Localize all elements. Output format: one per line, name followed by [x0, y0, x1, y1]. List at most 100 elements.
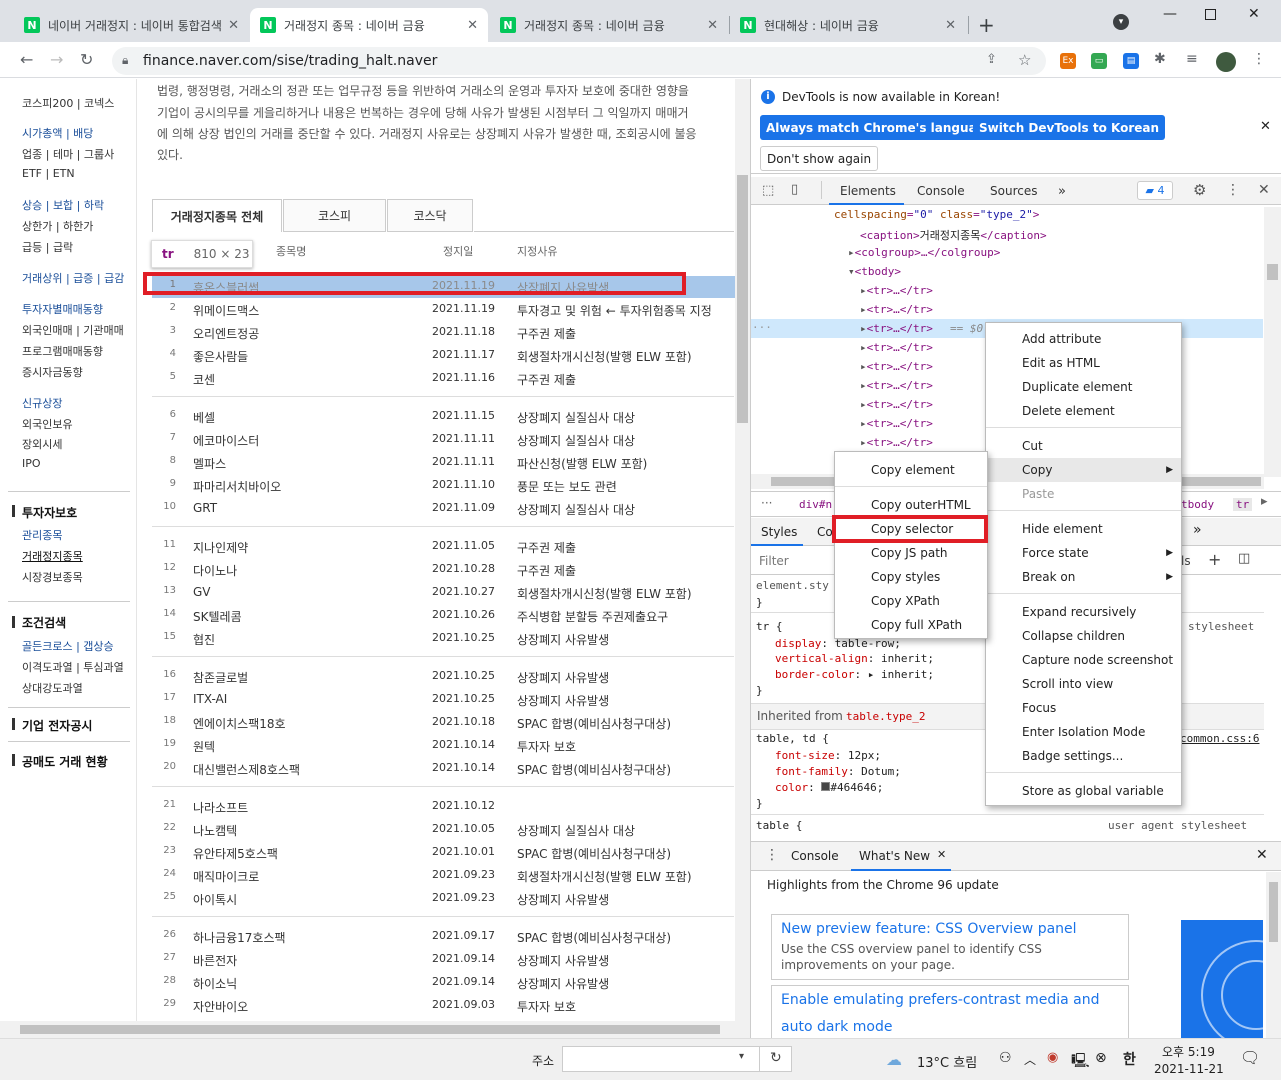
toggle-sidebar-icon[interactable]: ◫	[1238, 551, 1250, 566]
issues-badge[interactable]: ▰ 4	[1137, 181, 1173, 200]
stock-name-link[interactable]: 원텍	[193, 738, 215, 755]
close-tab-icon[interactable]: ✕	[228, 18, 239, 33]
minimize-icon[interactable]: —	[1163, 6, 1177, 22]
nav-link[interactable]: IPO	[22, 457, 41, 470]
menu-item-isolation[interactable]: Enter Isolation Mode	[986, 720, 1181, 744]
stock-name-link[interactable]: 유안타제5호스팩	[193, 845, 278, 862]
table-row[interactable]: 6 베셀 2021.11.15 상장폐지 실질심사 대상	[152, 405, 734, 428]
close-devtools-icon[interactable]: ✕	[1258, 182, 1270, 198]
stock-name-link[interactable]: 베셀	[193, 409, 215, 426]
close-infobar-icon[interactable]: ✕	[1260, 119, 1271, 134]
dom-tr-node[interactable]: ▸<tr>…</tr>	[860, 360, 933, 373]
dom-tr-node[interactable]: ▸<tr>…</tr>	[860, 303, 933, 316]
stock-name-link[interactable]: 파마리서치바이오	[193, 478, 281, 495]
stock-name-link[interactable]: 엔에이치스팩18호	[193, 715, 286, 732]
menu-item-copy-xpath[interactable]: Copy XPath	[835, 589, 987, 613]
share-icon[interactable]: ⇪	[986, 52, 997, 67]
card-title[interactable]: auto dark mode	[781, 1019, 892, 1035]
stock-name-link[interactable]: 협진	[193, 631, 215, 648]
nav-link[interactable]: 관리종목	[22, 527, 62, 543]
nav-section-title[interactable]: 조건검색	[22, 614, 66, 631]
network-icon[interactable]: 🖳︎	[1071, 1050, 1090, 1074]
close-drawer-icon[interactable]: ✕	[1256, 847, 1268, 863]
clock-time[interactable]: 오후 5:19	[1162, 1043, 1215, 1060]
nav-link[interactable]: 신규상장	[22, 395, 62, 411]
table-row[interactable]: 14 SK텔레콤 2021.10.26 주식병합 분할등 주권제출요구	[152, 604, 734, 627]
menu-item-hide[interactable]: Hide element	[986, 517, 1181, 541]
dom-tr-node[interactable]: ▸<tr>…</tr>	[860, 398, 933, 411]
crumb-item[interactable]: div#n	[799, 498, 832, 511]
inspect-element-icon[interactable]: ⬚	[762, 183, 774, 198]
menu-item-scroll-into-view[interactable]: Scroll into view	[986, 672, 1181, 696]
nav-link[interactable]: 증시자금동향	[22, 364, 83, 380]
extension-icon[interactable]: ▭	[1091, 53, 1107, 69]
crumb-item-current[interactable]: tr	[1233, 498, 1253, 511]
nav-link[interactable]: 투자자별매매동향	[22, 301, 103, 317]
menu-item-duplicate[interactable]: Duplicate element	[986, 375, 1181, 399]
node-actions-icon[interactable]: ···	[752, 321, 772, 334]
volume-muted-icon[interactable]: ⊗	[1095, 1050, 1107, 1066]
nav-link[interactable]: 외국인보유	[22, 416, 73, 432]
url-text[interactable]: finance.naver.com/sise/trading_halt.nave…	[143, 53, 437, 69]
settings-gear-icon[interactable]: ⚙	[1193, 181, 1206, 199]
stock-name-link[interactable]: 참존글로벌	[193, 669, 248, 686]
reload-icon[interactable]: ↻	[80, 50, 93, 69]
dom-tbody[interactable]: ▾<tbody>	[848, 265, 901, 278]
nav-link[interactable]: 업종 | 테마 | 그룹사	[22, 146, 114, 162]
more-tabs-icon[interactable]: »	[1058, 184, 1066, 199]
table-row[interactable]: 8 멜파스 2021.11.11 파산신청(발행 ELW 포함)	[152, 451, 734, 474]
nav-link[interactable]: 상한가 | 하한가	[22, 218, 93, 234]
drawer-menu-icon[interactable]: ⋮	[765, 847, 779, 863]
tab-all[interactable]: 거래정지종목 전체	[152, 199, 282, 232]
whats-new-card[interactable]: New preview feature: CSS Overview panel …	[771, 914, 1129, 980]
table-row[interactable]: 5 코센 2021.11.16 구주권 제출	[152, 367, 734, 390]
table-row[interactable]: 11 지나인제약 2021.11.05 구주권 제출	[152, 535, 734, 558]
menu-item-expand[interactable]: Expand recursively	[986, 600, 1181, 624]
menu-item-break-on[interactable]: Break on ▶	[986, 565, 1181, 589]
nav-link-current[interactable]: 거래정지종목	[22, 548, 83, 564]
forward-icon[interactable]: →	[50, 50, 63, 69]
nav-link[interactable]: 프로그램매매동향	[22, 343, 103, 359]
table-row[interactable]: 12 다이노나 2021.10.28 구주권 제출	[152, 558, 734, 581]
crumb-more-icon[interactable]: ···	[761, 496, 772, 510]
table-row[interactable]: 18 엔에이치스팩18호 2021.10.18 SPAC 합병(예비심사청구대상)	[152, 711, 734, 734]
table-row[interactable]: 24 매직마이크로 2021.09.23 회생절차개시신청(발행 ELW 포함)	[152, 864, 734, 887]
menu-item-copy[interactable]: Copy ▶	[986, 458, 1181, 482]
drawer-tab-console[interactable]: Console	[791, 849, 839, 863]
stock-name-link[interactable]: 자안바이오	[193, 998, 248, 1015]
nav-section-title[interactable]: 투자자보호	[22, 504, 77, 521]
close-tab-icon[interactable]: ✕	[707, 18, 718, 33]
back-icon[interactable]: ←	[20, 50, 33, 69]
nav-link[interactable]: 상승 | 보합 | 하락	[22, 197, 104, 213]
table-row[interactable]: 25 아이톡시 2021.09.23 상장폐지 사유발생	[152, 887, 734, 910]
media-queue-icon[interactable]: ≡	[1186, 51, 1198, 67]
table-row[interactable]: 20 대신밸런스제8호스팩 2021.10.14 SPAC 합병(예비심사청구대상)	[152, 757, 734, 780]
dont-show-again-button[interactable]: Don't show again	[760, 146, 879, 171]
nav-section-title[interactable]: 기업 전자공시	[22, 717, 92, 734]
ime-indicator[interactable]: 한	[1123, 1049, 1136, 1069]
stock-name-link[interactable]: 나라소프트	[193, 799, 248, 816]
stock-name-link[interactable]: GRT	[193, 501, 217, 515]
close-tab-icon[interactable]: ✕	[945, 18, 956, 33]
nav-link[interactable]: 골든크로스 | 갭상승	[22, 638, 114, 654]
chrome-menu-icon[interactable]: ⋮	[1252, 51, 1266, 67]
menu-item-screenshot[interactable]: Capture node screenshot	[986, 648, 1181, 672]
tab-kospi[interactable]: 코스피	[283, 199, 386, 232]
address-toolbar-input[interactable]: ▾ ↻	[562, 1046, 792, 1072]
switch-to-korean-button[interactable]: Switch DevTools to Korean	[973, 115, 1166, 140]
nav-link[interactable]: 거래상위 | 급증 | 급감	[22, 270, 124, 286]
card-title[interactable]: New preview feature: CSS Overview panel	[781, 921, 1077, 937]
nav-link[interactable]: 장외시세	[22, 436, 62, 452]
go-refresh-icon[interactable]: ↻	[770, 1050, 782, 1066]
table-row[interactable]: 9 파마리서치바이오 2021.11.10 풍문 또는 보도 관련	[152, 474, 734, 497]
stock-name-link[interactable]: SK텔레콤	[193, 608, 242, 625]
menu-item-delete[interactable]: Delete element	[986, 399, 1181, 423]
table-row[interactable]: 16 참존글로벌 2021.10.25 상장폐지 사유발생	[152, 665, 734, 688]
dom-line[interactable]: cellspacing="0" class="type_2">	[834, 208, 1039, 221]
drawer-scrollbar[interactable]	[1266, 872, 1281, 1038]
browser-tab-active[interactable]: N 거래정지 종목 : 네이버 금융 ✕	[250, 8, 488, 42]
more-panes-icon[interactable]: »	[1193, 522, 1202, 538]
menu-item-copy-element[interactable]: Copy element	[835, 458, 987, 482]
dom-tr-node[interactable]: ▸<tr>…</tr>	[860, 341, 933, 354]
stock-name-link[interactable]: ITX-AI	[193, 692, 227, 706]
